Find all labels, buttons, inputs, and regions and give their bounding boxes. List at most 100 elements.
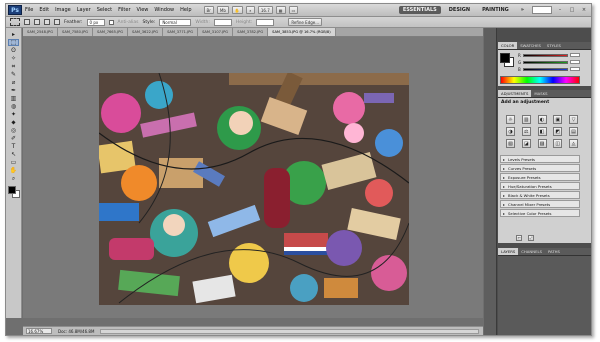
horizontal-scrollbar[interactable] — [100, 328, 479, 334]
tab-channels[interactable]: CHANNELS — [518, 248, 545, 255]
tab-swatches[interactable]: SWATCHES — [517, 42, 544, 49]
menu-filter[interactable]: Filter — [118, 7, 130, 13]
bridge-button[interactable]: Br — [203, 6, 214, 14]
black-white-icon[interactable]: ◧ — [537, 127, 547, 136]
style-select[interactable]: Normal — [159, 18, 192, 26]
menu-file[interactable]: File — [25, 7, 33, 13]
doc-tab[interactable]: SAM_7665.JPG — [93, 28, 129, 36]
menu-layer[interactable]: Layer — [77, 7, 91, 13]
antialias-checkbox[interactable] — [108, 19, 114, 25]
intersect-selection-icon[interactable] — [54, 19, 60, 25]
preset-item[interactable]: ▸ Hue/Saturation Presets — [500, 182, 580, 190]
crop-tool-icon[interactable]: ⌗ — [8, 63, 19, 70]
tab-styles[interactable]: STYLES — [544, 42, 564, 49]
history-brush-tool-icon[interactable]: ◍ — [8, 103, 19, 110]
zoom-tool-icon[interactable]: ⌕ — [8, 175, 19, 182]
eyedropper-tool-icon[interactable]: ✎ — [8, 71, 19, 78]
photo-filter-icon[interactable]: ◩ — [553, 127, 563, 136]
screen-mode-button[interactable]: ▭ — [288, 6, 299, 14]
invert-icon[interactable]: ▧ — [506, 139, 515, 148]
clone-stamp-tool-icon[interactable]: ▥ — [8, 95, 19, 102]
doc-tab-active[interactable]: SAM_3853.JPG @ 16.7% (RGB/8) — [268, 28, 336, 36]
posterize-icon[interactable]: ◪ — [521, 139, 531, 148]
tab-masks[interactable]: MASKS — [531, 90, 550, 97]
color-balance-icon[interactable]: ⚖ — [521, 127, 531, 136]
brightness-contrast-icon[interactable]: ☼ — [506, 115, 515, 124]
layers-panel[interactable] — [498, 256, 591, 335]
doc-tab[interactable]: SAM_3771.JPG — [163, 28, 199, 36]
arrange-documents-button[interactable]: ▦ — [275, 6, 286, 14]
document-size-info[interactable]: Doc: 46.8M/46.8M — [58, 329, 94, 334]
minimize-icon[interactable]: – — [556, 6, 564, 14]
threshold-icon[interactable]: ▨ — [537, 139, 547, 148]
foreground-color-well[interactable] — [500, 53, 510, 63]
color-swatches[interactable] — [7, 186, 20, 198]
status-zoom-field[interactable]: 16.67% — [26, 328, 52, 334]
menu-help[interactable]: Help — [180, 7, 191, 13]
path-selection-tool-icon[interactable]: ↖ — [8, 151, 19, 158]
subtract-selection-icon[interactable] — [44, 19, 50, 25]
dodge-tool-icon[interactable]: ◎ — [8, 127, 19, 134]
zoom-tool-button[interactable]: ⌕ — [245, 6, 255, 14]
preset-item[interactable]: ▸ Black & White Presets — [500, 191, 580, 199]
tab-layers[interactable]: LAYERS — [498, 248, 519, 255]
return-to-list-icon[interactable]: ↩ — [516, 235, 522, 241]
eraser-tool-icon[interactable]: ✦ — [8, 111, 19, 118]
preset-item[interactable]: ▸ Levels Presets — [500, 155, 580, 163]
menu-select[interactable]: Select — [97, 7, 112, 13]
feather-input[interactable]: 0 px — [86, 18, 105, 26]
preset-item[interactable]: ▸ Exposure Presets — [500, 173, 580, 181]
tab-paths[interactable]: PATHS — [545, 248, 563, 255]
mini-bridge-button[interactable]: Mb — [216, 6, 229, 14]
canvas-area[interactable] — [23, 37, 483, 318]
doc-tab[interactable]: SAM_3622.JPG — [128, 28, 164, 36]
expand-view-icon[interactable]: ⤢ — [528, 235, 534, 241]
curves-icon[interactable]: ◐ — [537, 115, 547, 124]
doc-tab[interactable]: SAM_7580.JPG — [58, 28, 94, 36]
workspace-design[interactable]: DESIGN — [445, 6, 474, 14]
refine-edge-button[interactable]: Refine Edge... — [288, 18, 323, 26]
channel-mixer-icon[interactable]: ▤ — [569, 127, 578, 136]
tab-color[interactable]: COLOR — [498, 42, 518, 49]
preset-item[interactable]: ▸ Selective Color Presets — [500, 209, 580, 217]
cs-live-search[interactable] — [532, 6, 552, 14]
blue-slider[interactable]: B — [518, 67, 580, 72]
maximize-icon[interactable]: □ — [568, 6, 576, 14]
close-icon[interactable]: × — [580, 6, 588, 14]
gradient-map-icon[interactable]: ◫ — [553, 139, 563, 148]
preset-item[interactable]: ▸ Curves Presets — [500, 164, 580, 172]
color-spectrum-ramp[interactable] — [500, 76, 580, 84]
exposure-icon[interactable]: ▣ — [553, 115, 563, 124]
menu-window[interactable]: Window — [154, 7, 174, 13]
marquee-preset-icon[interactable] — [10, 18, 20, 26]
selective-color-icon[interactable]: ◬ — [569, 139, 578, 148]
workspace-painting[interactable]: PAINTING — [478, 6, 513, 14]
workspace-essentials[interactable]: ESSENTIALS — [398, 6, 441, 14]
gradient-tool-icon[interactable]: ⬥ — [8, 119, 19, 126]
doc-tab[interactable]: SAM_3782.JPG — [233, 28, 269, 36]
levels-icon[interactable]: ▥ — [521, 115, 531, 124]
width-input[interactable] — [213, 18, 232, 26]
red-slider[interactable]: R — [518, 53, 580, 58]
pen-tool-icon[interactable]: ✐ — [8, 135, 19, 142]
shape-tool-icon[interactable]: ▭ — [8, 159, 19, 166]
tab-adjustments[interactable]: ADJUSTMENTS — [498, 90, 532, 97]
add-selection-icon[interactable] — [34, 19, 40, 25]
foreground-color-swatch[interactable] — [7, 186, 16, 194]
doc-tab[interactable]: SAM_3107.JPG — [198, 28, 234, 36]
new-selection-icon[interactable] — [24, 19, 30, 25]
move-tool-icon[interactable]: ▸ — [8, 31, 19, 38]
preset-item[interactable]: ▸ Channel Mixer Presets — [500, 200, 580, 208]
height-input[interactable] — [256, 18, 275, 26]
menu-view[interactable]: View — [137, 7, 149, 13]
zoom-level-field[interactable]: 16.7 — [257, 6, 273, 14]
marquee-tool-icon[interactable]: ⬚ — [8, 39, 19, 46]
workspace-more[interactable]: » — [517, 6, 528, 14]
green-slider[interactable]: G — [518, 60, 580, 65]
healing-brush-tool-icon[interactable]: ⌀ — [8, 79, 19, 86]
doc-tab[interactable]: SAM_2548.JPG — [23, 28, 59, 36]
menu-image[interactable]: Image — [55, 7, 71, 13]
type-tool-icon[interactable]: T — [8, 143, 19, 150]
menu-edit[interactable]: Edit — [39, 7, 49, 13]
vibrance-icon[interactable]: ▽ — [569, 115, 578, 124]
